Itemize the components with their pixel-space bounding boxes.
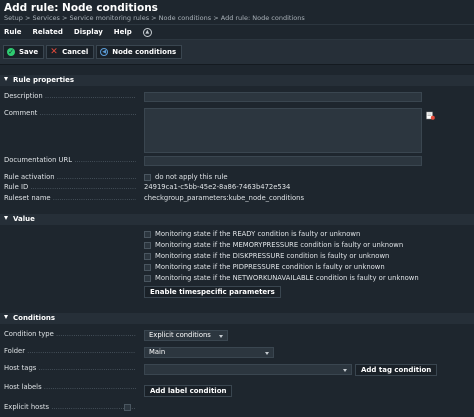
cancel-button-label: Cancel (62, 48, 89, 56)
rule-id-value: 24919ca1-c5bb-45e2-8a86-7463b472e534 (144, 183, 291, 191)
checkmark-icon: ✓ (7, 48, 15, 56)
rule-id-label: Rule ID (4, 183, 136, 192)
rule-properties-header[interactable]: Rule properties (0, 75, 474, 86)
enable-timespecific-button[interactable]: Enable timespecific parameters (144, 286, 281, 298)
ready-condition-label: Monitoring state if the READY condition … (155, 230, 361, 238)
menu-display[interactable]: Display (74, 28, 103, 36)
ruleset-name-label: Ruleset name (4, 194, 136, 203)
rule-properties-title: Rule properties (13, 76, 75, 84)
chevron-down-icon (219, 334, 223, 338)
host-tags-select[interactable] (144, 364, 352, 375)
save-button-label: Save (19, 48, 39, 56)
rule-activation-label: Rule activation (4, 173, 136, 182)
diskpressure-condition-label: Monitoring state if the DISKPRESSURE con… (155, 252, 390, 260)
value-header[interactable]: Value (0, 214, 474, 225)
collapse-triangle-icon (4, 315, 8, 319)
folder-label: Folder (4, 347, 136, 356)
menu-collapse-icon[interactable]: ▲ (142, 27, 152, 37)
conditions-title: Conditions (13, 314, 56, 322)
menu-bar: Rule Related Display Help ▲ (0, 24, 474, 39)
memorypressure-condition-checkbox[interactable] (144, 242, 151, 249)
title-bar: Add rule: Node conditions Setup > Servic… (0, 0, 474, 24)
comment-textarea[interactable] (144, 108, 422, 153)
pidpressure-condition-label: Monitoring state if the PIDPRESSURE cond… (155, 263, 385, 271)
node-conditions-button[interactable]: ◀ Node conditions (96, 45, 183, 59)
value-title: Value (13, 215, 35, 223)
diskpressure-condition-checkbox[interactable] (144, 253, 151, 260)
chevron-down-icon (343, 368, 347, 372)
collapse-triangle-icon (4, 77, 8, 81)
cancel-button[interactable]: ✕ Cancel (46, 45, 95, 59)
breadcrumb[interactable]: Setup > Services > Service monitoring ru… (4, 14, 470, 23)
menu-rule[interactable]: Rule (4, 28, 22, 36)
folder-select[interactable]: Main (144, 347, 274, 358)
networkunavailable-condition-label: Monitoring state if the NETWORKUNAVAILAB… (155, 274, 419, 282)
rule-activation-text: do not apply this rule (155, 173, 228, 181)
ready-condition-checkbox[interactable] (144, 231, 151, 238)
save-button[interactable]: ✓ Save (3, 45, 45, 59)
back-icon: ◀ (100, 48, 109, 56)
conditions-header[interactable]: Conditions (0, 313, 474, 324)
add-comment-icon[interactable] (426, 111, 435, 120)
pidpressure-condition-checkbox[interactable] (144, 264, 151, 271)
folder-value: Main (149, 348, 166, 356)
host-labels-label: Host labels (4, 383, 136, 392)
ruleset-name-value: checkgroup_parameters:kube_node_conditio… (144, 194, 305, 202)
networkunavailable-condition-checkbox[interactable] (144, 275, 151, 282)
menu-related[interactable]: Related (33, 28, 63, 36)
description-input[interactable] (144, 92, 422, 102)
host-tags-label: Host tags (4, 364, 136, 373)
documentation-url-input[interactable] (144, 156, 422, 166)
page-title: Add rule: Node conditions (4, 2, 158, 14)
explicit-hosts-label: Explicit hosts (4, 403, 136, 412)
toolbar: ✓ Save ✕ Cancel ◀ Node conditions (0, 39, 474, 65)
rule-activation-checkbox[interactable] (144, 174, 151, 181)
node-conditions-button-label: Node conditions (112, 48, 177, 56)
chevron-down-icon (265, 351, 269, 355)
description-label: Description (4, 92, 136, 101)
condition-type-label: Condition type (4, 330, 136, 339)
add-tag-condition-button[interactable]: Add tag condition (355, 364, 438, 376)
condition-type-select[interactable]: Explicit conditions (144, 330, 228, 341)
documentation-url-label: Documentation URL (4, 156, 136, 165)
comment-label: Comment (4, 109, 136, 118)
collapse-triangle-icon (4, 216, 8, 220)
condition-type-value: Explicit conditions (149, 331, 211, 339)
add-label-condition-button[interactable]: Add label condition (144, 385, 233, 397)
menu-help[interactable]: Help (114, 28, 132, 36)
close-icon: ✕ (50, 47, 58, 57)
explicit-hosts-checkbox[interactable] (124, 404, 131, 411)
memorypressure-condition-label: Monitoring state if the MEMORYPRESSURE c… (155, 241, 404, 249)
